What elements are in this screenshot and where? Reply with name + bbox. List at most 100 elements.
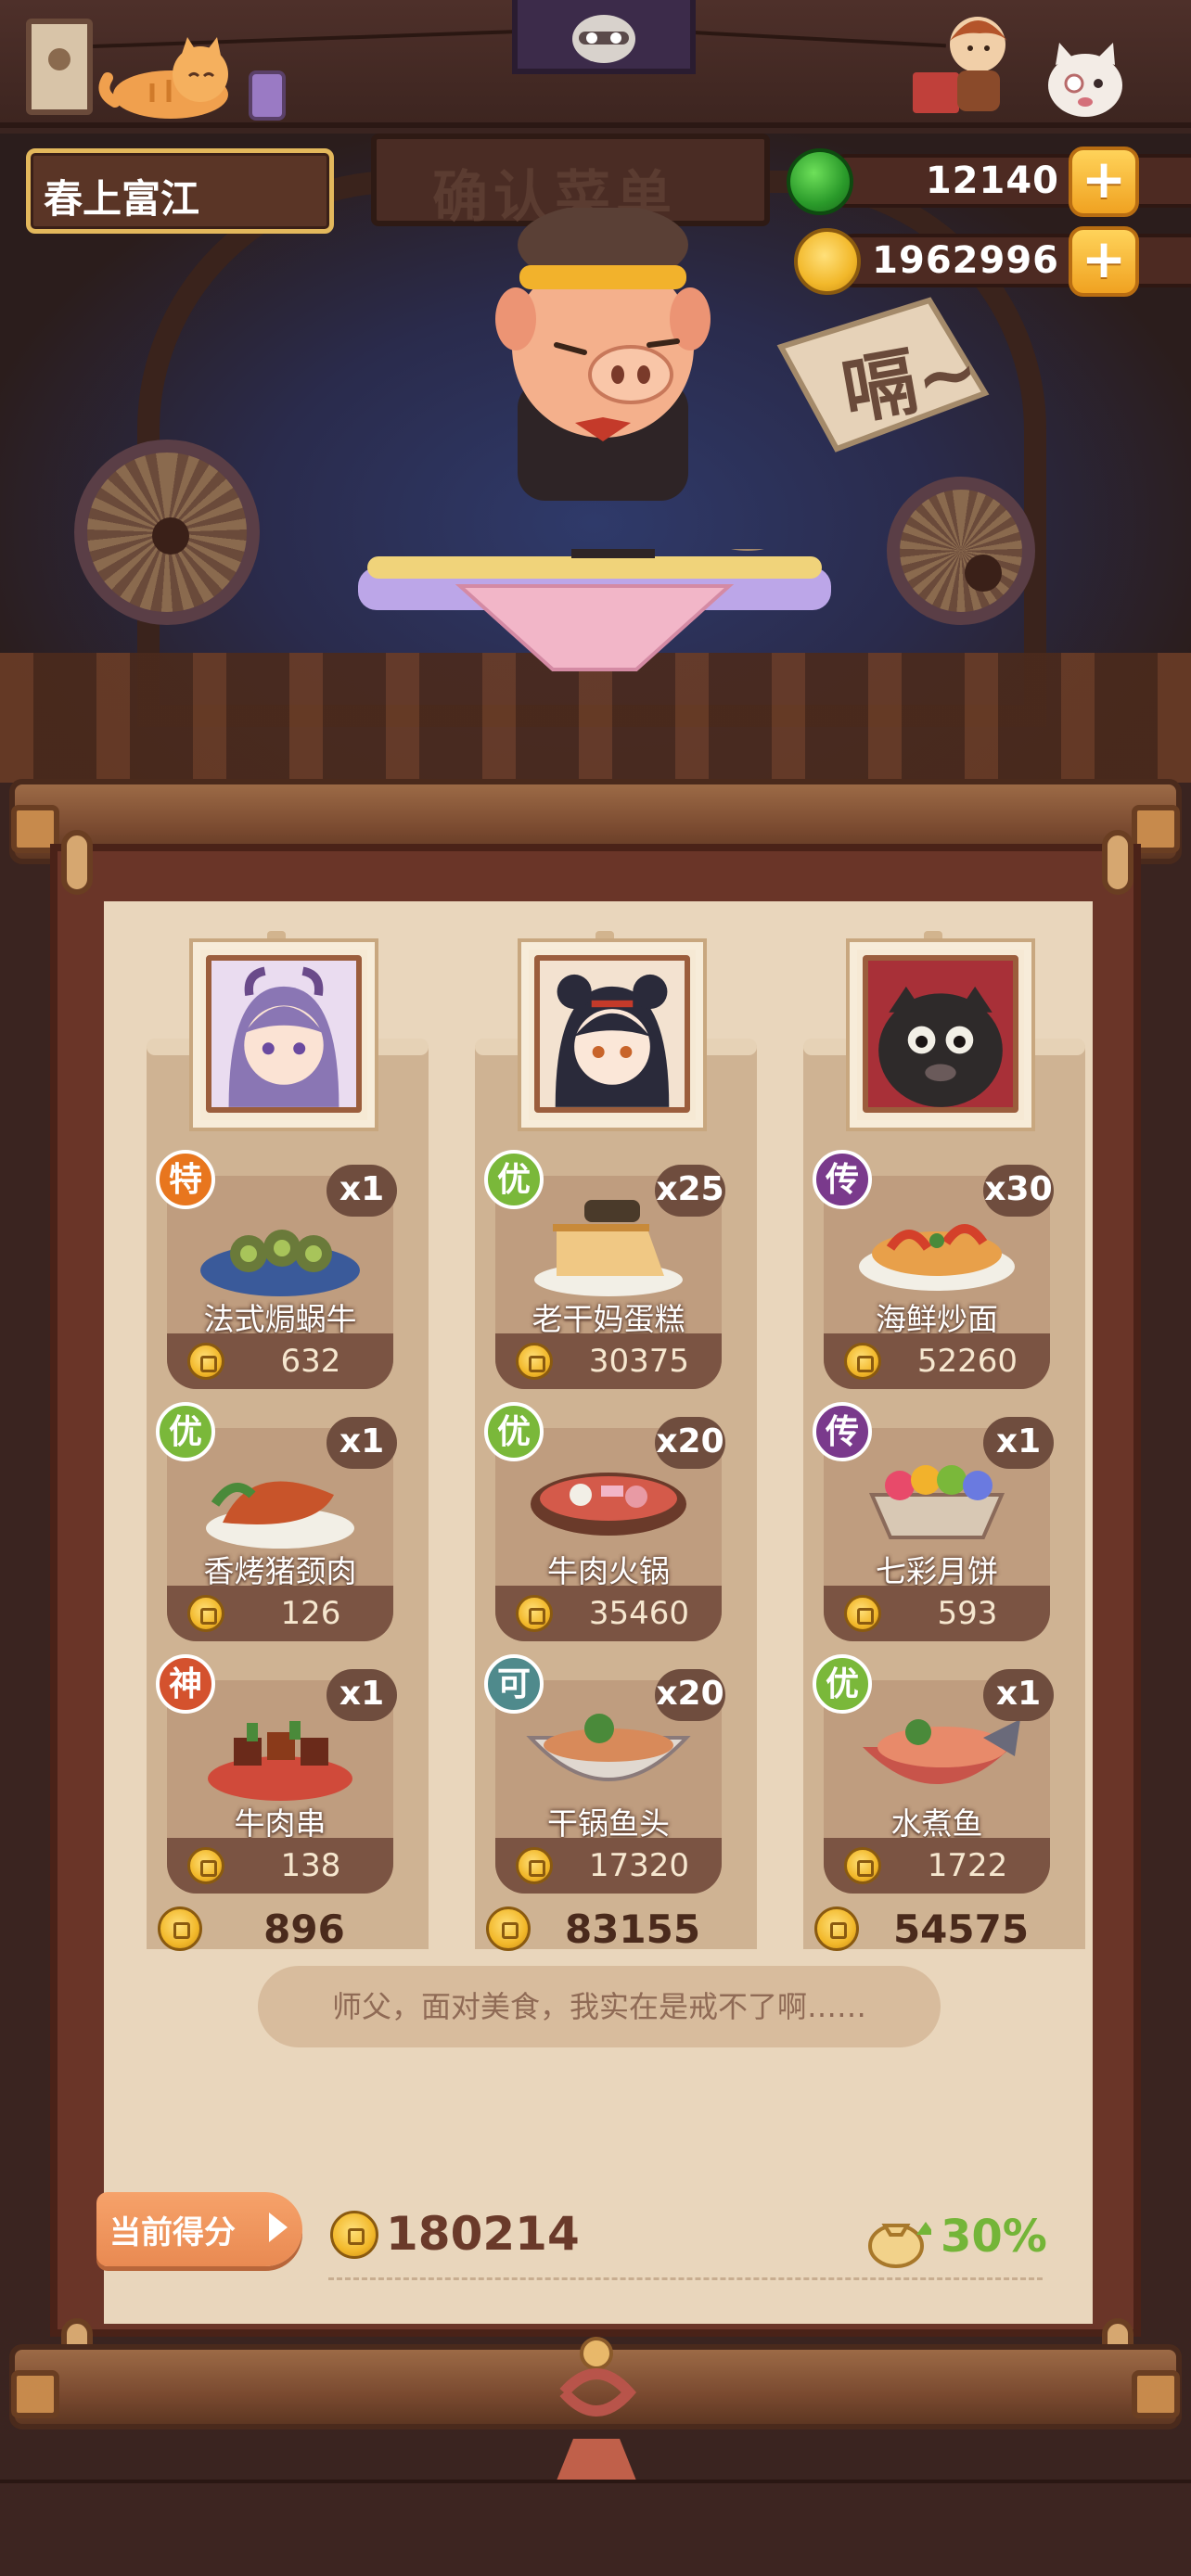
dish-name: 牛肉串 [234, 1805, 327, 1842]
gold-coin-icon [844, 1847, 881, 1884]
play-arrow-icon [269, 2213, 288, 2242]
column-total: 896 [147, 1905, 406, 1953]
customer-portrait[interactable] [521, 942, 703, 1128]
dish-name: 法式焗蜗牛 [203, 1301, 357, 1337]
pig-chef-character[interactable] [455, 208, 751, 504]
top-bar [0, 0, 1191, 128]
dish-quantity: x20 [655, 1417, 725, 1469]
dish-price-value: 126 [280, 1595, 341, 1632]
grade-badge: 特 [156, 1150, 215, 1209]
dish-quantity: x20 [655, 1669, 725, 1721]
player-name-plate[interactable]: 春上富江 [26, 148, 334, 234]
dish-card[interactable]: 法式焗蜗牛 632 x1 特 [156, 1150, 397, 1389]
gold-coin-icon [844, 1595, 881, 1632]
money-bag-up-icon [868, 2222, 931, 2268]
top-banner [512, 0, 696, 74]
dish-price-value: 593 [937, 1595, 998, 1632]
column-total: 83155 [475, 1905, 735, 1953]
paw-frame-icon[interactable] [26, 19, 93, 115]
dish-card[interactable]: 牛肉火锅 35460 x20 优 [484, 1402, 725, 1641]
dish-name: 海鲜炒面 [876, 1301, 998, 1337]
fan-right-icon [887, 477, 1035, 625]
jade-currency: 12140 + [787, 147, 1191, 217]
player-name: 春上富江 [44, 176, 200, 222]
black-haired-girl-portrait-icon [555, 974, 670, 1107]
dish-quantity: x1 [327, 1417, 397, 1469]
shopkeeper-icon[interactable] [905, 7, 1017, 122]
dish-price: 1722 [824, 1838, 1050, 1894]
dish-card[interactable]: 七彩月饼 593 x1 传 [813, 1402, 1054, 1641]
current-score-label: 当前得分 [109, 2214, 236, 2251]
dish-price: 632 [167, 1333, 393, 1389]
gold-coin-icon [814, 1906, 859, 1951]
dish-price-value: 30375 [588, 1343, 690, 1380]
dish-quantity: x1 [327, 1669, 397, 1721]
dish-card[interactable]: 老干妈蛋糕 30375 x25 优 [484, 1150, 725, 1389]
dish-card[interactable]: 干锅鱼头 17320 x20 可 [484, 1654, 725, 1894]
dining-table [358, 549, 831, 671]
black-dog-portrait-icon [878, 986, 1003, 1107]
green-jade-icon [787, 148, 853, 215]
dish-price-value: 17320 [588, 1847, 690, 1884]
dish-price-value: 632 [280, 1343, 341, 1380]
dish-quantity: x1 [983, 1417, 1054, 1469]
add-jade-button[interactable]: + [1069, 147, 1139, 217]
gold-coin-icon [844, 1343, 881, 1380]
dish-name: 七彩月饼 [876, 1553, 998, 1589]
column-total-value: 54575 [892, 1906, 1030, 1952]
raccoon-icon [572, 15, 635, 63]
white-cat-icon[interactable] [1037, 37, 1133, 122]
total-score-value: 180214 [386, 2207, 580, 2261]
grade-badge: 神 [156, 1654, 215, 1714]
dish-name: 老干妈蛋糕 [531, 1301, 685, 1337]
scroll-knob [1102, 830, 1133, 895]
dish-price: 30375 [495, 1333, 722, 1389]
gold-currency: 1962996 + [794, 226, 1191, 297]
grade-badge: 优 [813, 1654, 872, 1714]
dialogue-bubble: 师父，面对美食，我实在是戒不了啊…… [258, 1966, 941, 2047]
grade-badge: 优 [484, 1402, 544, 1461]
dish-card[interactable]: 水煮鱼 1722 x1 优 [813, 1654, 1054, 1894]
customer-portrait[interactable] [193, 942, 375, 1128]
gold-coin-icon [516, 1343, 553, 1380]
grade-badge: 传 [813, 1402, 872, 1461]
purple-haired-girl-portrait-icon [228, 966, 339, 1107]
dish-price-value: 1722 [927, 1847, 1008, 1884]
column-total-value: 83155 [564, 1906, 701, 1952]
scroll-knob [61, 830, 93, 895]
dish-price: 593 [824, 1586, 1050, 1641]
divider [328, 2277, 1043, 2280]
dish-price: 17320 [495, 1838, 722, 1894]
gold-coin-icon [158, 1906, 202, 1951]
add-gold-button[interactable]: + [1069, 226, 1139, 297]
bonus-percent: 30% [941, 2211, 1047, 2263]
dish-name: 水煮鱼 [890, 1805, 983, 1842]
dish-name: 香烤猪颈肉 [203, 1553, 357, 1589]
tassel-knot-icon [555, 2337, 638, 2485]
dish-price: 126 [167, 1586, 393, 1641]
column-total-value: 896 [263, 1906, 345, 1952]
column-total: 54575 [803, 1905, 1063, 1953]
gold-coin-icon [187, 1595, 224, 1632]
gold-coin-icon [187, 1343, 224, 1380]
grade-badge: 传 [813, 1150, 872, 1209]
dish-card[interactable]: 香烤猪颈肉 126 x1 优 [156, 1402, 397, 1641]
customer-portrait[interactable] [850, 942, 1031, 1128]
dish-price: 138 [167, 1838, 393, 1894]
dish-card[interactable]: 牛肉串 138 x1 神 [156, 1654, 397, 1894]
dish-price-value: 35460 [588, 1595, 690, 1632]
bottom-bar [0, 2480, 1191, 2576]
purple-cushion-icon [249, 70, 286, 121]
current-score-button[interactable]: 当前得分 [96, 2192, 302, 2266]
grade-badge: 优 [484, 1150, 544, 1209]
dish-card[interactable]: 海鲜炒面 52260 x30 传 [813, 1150, 1054, 1389]
dish-quantity: x1 [983, 1669, 1054, 1721]
bonus-indicator: 30% [866, 2209, 1052, 2268]
sleeping-cat-icon[interactable] [96, 37, 236, 121]
dish-price: 52260 [824, 1333, 1050, 1389]
grade-badge: 可 [484, 1654, 544, 1714]
dish-price-value: 52260 [916, 1343, 1018, 1380]
jade-value: 12140 [925, 159, 1059, 202]
gold-value: 1962996 [872, 239, 1059, 282]
dish-price: 35460 [495, 1586, 722, 1641]
